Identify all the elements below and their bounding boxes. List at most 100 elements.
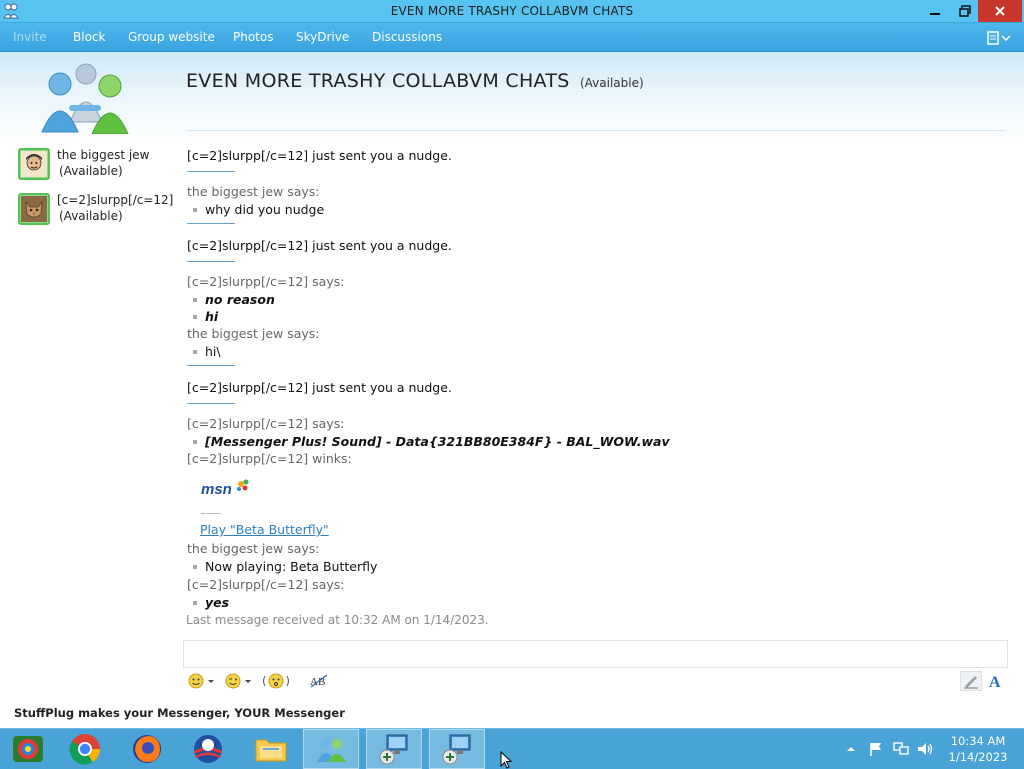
system-clock[interactable]: 10:34 AM 1/14/2023 bbox=[946, 733, 1010, 765]
nudge-divider bbox=[187, 365, 235, 366]
remote-desktop-icon bbox=[379, 734, 408, 765]
chat-message: yes bbox=[187, 595, 229, 610]
handwriting-button[interactable] bbox=[960, 670, 982, 692]
minimize-icon bbox=[930, 13, 940, 15]
play-wink-link[interactable]: Play "Beta Butterfly" bbox=[200, 522, 329, 537]
wink-button[interactable] bbox=[223, 670, 253, 692]
chat-message: why did you nudge bbox=[187, 202, 324, 217]
explorer-icon bbox=[255, 739, 287, 762]
taskbar-file-explorer[interactable] bbox=[243, 729, 299, 769]
smiley-icon bbox=[188, 673, 214, 689]
volume-icon[interactable] bbox=[916, 741, 934, 757]
start-icon bbox=[13, 736, 43, 762]
input-toolbar: AB A bbox=[183, 668, 1008, 694]
network-icon[interactable] bbox=[892, 741, 910, 757]
menu-group-website[interactable]: Group website bbox=[128, 30, 215, 44]
minimize-button[interactable] bbox=[920, 0, 950, 22]
sender-line: the biggest jew says: bbox=[187, 184, 320, 199]
action-center-flag-icon[interactable] bbox=[868, 741, 884, 757]
menu-discussions[interactable]: Discussions bbox=[372, 30, 442, 44]
handwriting-tools: A bbox=[960, 668, 1008, 694]
contact-item[interactable]: [c=2]slurpp[/c=12] (Available) bbox=[18, 193, 178, 229]
chrome-icon bbox=[69, 734, 100, 765]
messenger-icon bbox=[317, 737, 346, 762]
text-font-icon: A bbox=[989, 674, 1001, 691]
menu-block[interactable]: Block bbox=[73, 30, 105, 44]
taskbar-messenger[interactable] bbox=[303, 729, 359, 769]
show-hidden-icons-icon[interactable] bbox=[846, 744, 856, 754]
chat-message: hi\ bbox=[187, 344, 221, 359]
text-mode-button[interactable]: A bbox=[986, 670, 1006, 692]
taskbar-firefox[interactable] bbox=[119, 729, 175, 769]
ad-banner[interactable]: StuffPlug makes your Messenger, YOUR Mes… bbox=[14, 706, 345, 720]
group-buddies-icon bbox=[41, 63, 129, 134]
avatar bbox=[18, 193, 50, 225]
conversation-title: EVEN MORE TRASHY COLLABVM CHATS (Availab… bbox=[186, 70, 644, 92]
window-title: EVEN MORE TRASHY COLLABVM CHATS bbox=[390, 4, 634, 18]
nudge-notice: [c=2]slurpp[/c=12] just sent you a nudge… bbox=[187, 238, 452, 253]
mouse-cursor-icon bbox=[500, 751, 513, 769]
sender-line: [c=2]slurpp[/c=12] says: bbox=[187, 274, 345, 289]
conversation-status: (Available) bbox=[579, 76, 644, 90]
contact-name: the biggest jew bbox=[57, 148, 150, 162]
last-message-timestamp: Last message received at 10:32 AM on 1/1… bbox=[186, 613, 489, 627]
nudge-icon bbox=[263, 673, 289, 689]
conversation-header bbox=[0, 52, 1024, 142]
chat-message: hi bbox=[187, 309, 218, 324]
title-bar: EVEN MORE TRASHY COLLABVM CHATS bbox=[0, 0, 1024, 23]
sender-line: [c=2]slurpp[/c=12] winks: bbox=[187, 451, 352, 466]
conversation-title-text: EVEN MORE TRASHY COLLABVM CHATS bbox=[186, 70, 570, 92]
msn-wink-logo[interactable]: msn bbox=[201, 478, 251, 498]
nudge-divider bbox=[187, 171, 235, 172]
nudge-button[interactable] bbox=[261, 670, 291, 692]
sender-line: [c=2]slurpp[/c=12] says: bbox=[187, 577, 345, 592]
message-input[interactable] bbox=[183, 640, 1008, 668]
menu-photos[interactable]: Photos bbox=[233, 30, 273, 44]
chat-message: Now playing: Beta Butterfly bbox=[187, 559, 377, 574]
pen-icon bbox=[960, 671, 982, 691]
sender-line: the biggest jew says: bbox=[187, 326, 320, 341]
taskbar-obama[interactable] bbox=[180, 729, 236, 769]
remote-desktop-icon bbox=[442, 734, 471, 765]
wink-icon bbox=[225, 673, 251, 689]
firefox-icon bbox=[133, 735, 161, 763]
chat-message: no reason bbox=[187, 292, 275, 307]
nudge-divider bbox=[187, 261, 235, 262]
obama-icon bbox=[194, 735, 222, 763]
close-button[interactable] bbox=[978, 0, 1022, 22]
options-menu-icon[interactable] bbox=[986, 29, 1012, 47]
wink-caption-line bbox=[201, 513, 221, 514]
nudge-notice: [c=2]slurpp[/c=12] just sent you a nudge… bbox=[187, 380, 452, 395]
menu-invite[interactable]: Invite bbox=[13, 30, 47, 44]
menu-skydrive[interactable]: SkyDrive bbox=[296, 30, 349, 44]
contact-status: (Available) bbox=[59, 164, 123, 178]
contact-status: (Available) bbox=[59, 209, 123, 223]
taskbar-chrome[interactable] bbox=[57, 729, 113, 769]
start-button[interactable] bbox=[0, 729, 56, 769]
font-button[interactable]: AB bbox=[309, 670, 329, 692]
clock-time: 10:34 AM bbox=[950, 734, 1006, 748]
emoticon-button[interactable] bbox=[187, 670, 215, 692]
sender-line: the biggest jew says: bbox=[187, 541, 320, 556]
taskbar: 10:34 AM 1/14/2023 bbox=[0, 728, 1024, 769]
chat-message: [Messenger Plus! Sound] - Data{321BB80E3… bbox=[187, 434, 670, 449]
contact-item[interactable]: the biggest jew (Available) bbox=[18, 148, 178, 184]
contact-name: [c=2]slurpp[/c=12] bbox=[57, 193, 174, 207]
clock-date: 1/14/2023 bbox=[948, 750, 1008, 764]
avatar bbox=[18, 148, 50, 180]
sender-line: [c=2]slurpp[/c=12] says: bbox=[187, 416, 345, 431]
svg-text:A: A bbox=[989, 674, 1001, 691]
nudge-notice: [c=2]slurpp[/c=12] just sent you a nudge… bbox=[187, 148, 452, 163]
person-avatar-icon bbox=[21, 151, 47, 177]
restore-button[interactable] bbox=[950, 0, 980, 22]
taskbar-remote-desktop-2[interactable] bbox=[429, 729, 485, 769]
close-icon bbox=[995, 6, 1005, 16]
taskbar-remote-desktop-1[interactable] bbox=[366, 729, 422, 769]
nudge-divider bbox=[187, 403, 235, 404]
cat-avatar-icon bbox=[21, 196, 47, 222]
nudge-divider bbox=[187, 223, 235, 224]
msn-logo-text: msn bbox=[201, 481, 232, 498]
font-style-icon: AB bbox=[310, 674, 328, 688]
menu-bar: Invite Block Group website Photos SkyDri… bbox=[0, 23, 1024, 52]
header-divider bbox=[186, 130, 1006, 131]
